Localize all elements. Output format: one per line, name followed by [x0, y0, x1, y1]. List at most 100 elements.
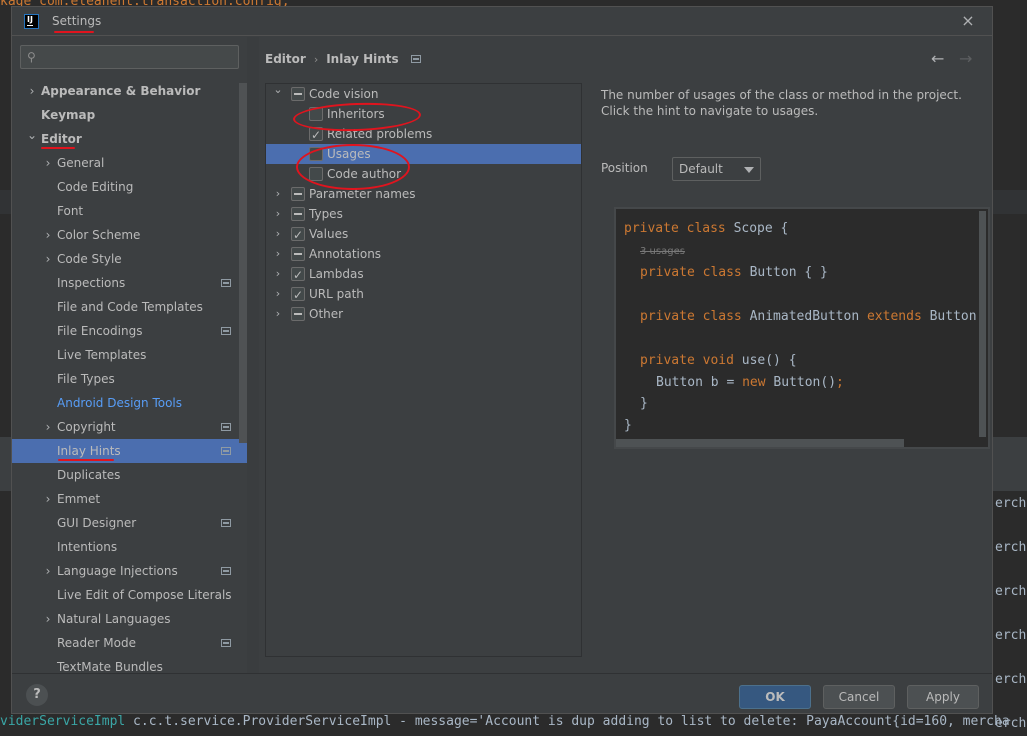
back-arrow-icon[interactable]: ←	[931, 49, 944, 68]
hint-item-code-author[interactable]: Code author	[266, 164, 581, 184]
checkbox[interactable]	[309, 147, 323, 161]
chevron-down-icon[interactable]: ⌄	[26, 123, 38, 147]
hint-item-related-problems[interactable]: Related problems	[266, 124, 581, 145]
code-keyword: ;	[836, 375, 844, 390]
sidebar-item-copyright[interactable]: › Copyright	[12, 415, 239, 439]
hint-item-url-path[interactable]: › URL path	[266, 284, 581, 305]
checkbox[interactable]	[291, 187, 305, 201]
chevron-right-icon[interactable]: ›	[42, 607, 54, 631]
background-log-fragment: ercha	[995, 540, 1027, 555]
sidebar-item-language-injections[interactable]: › Language Injections	[12, 559, 239, 583]
sidebar-item-duplicates[interactable]: Duplicates	[12, 463, 239, 487]
sidebar-item-emmet[interactable]: › Emmet	[12, 487, 239, 511]
chevron-right-icon[interactable]: ›	[272, 184, 284, 204]
chevron-right-icon[interactable]: ›	[272, 204, 284, 224]
code-identifier: Scope {	[733, 221, 789, 236]
chevron-right-icon[interactable]: ›	[42, 559, 54, 583]
cancel-button[interactable]: Cancel	[823, 685, 895, 709]
sidebar-item-file-types[interactable]: File Types	[12, 367, 239, 391]
sidebar-item-label: Font	[57, 204, 84, 218]
code-line: }	[640, 396, 648, 411]
sidebar-item-label: Reader Mode	[57, 636, 136, 650]
sidebar-item-file-and-code-templates[interactable]: File and Code Templates	[12, 295, 239, 319]
preview-vertical-scrollbar[interactable]	[979, 211, 986, 437]
chevron-right-icon[interactable]: ›	[272, 304, 284, 324]
breadcrumb-parent[interactable]: Editor	[265, 52, 306, 66]
breadcrumb-separator: ›	[313, 52, 319, 66]
sidebar-item-label: Live Edit of Compose Literals	[57, 588, 232, 602]
help-button[interactable]: ?	[26, 684, 48, 706]
position-dropdown[interactable]: Default	[672, 157, 761, 181]
checkbox[interactable]	[309, 125, 323, 145]
preview-horizontal-scrollbar[interactable]	[616, 439, 904, 447]
sidebar-item-code-editing[interactable]: Code Editing	[12, 175, 239, 199]
chevron-down-icon[interactable]: ⌄	[272, 80, 284, 100]
settings-content: Editor › Inlay Hints ← → ⌄ Code vision Inh…	[259, 37, 994, 673]
chevron-right-icon[interactable]: ›	[42, 223, 54, 247]
hint-item-types[interactable]: › Types	[266, 204, 581, 224]
checkbox[interactable]	[291, 307, 305, 321]
sidebar-item-color-scheme[interactable]: › Color Scheme	[12, 223, 239, 247]
forward-arrow-icon[interactable]: →	[959, 49, 972, 68]
sidebar-item-font[interactable]: Font	[12, 199, 239, 223]
project-scope-icon	[221, 447, 231, 455]
sidebar-item-label: Keymap	[41, 108, 96, 122]
checkbox[interactable]	[291, 265, 305, 285]
checkbox[interactable]	[291, 285, 305, 305]
code-identifier: Button b =	[656, 375, 743, 390]
checkbox[interactable]	[291, 87, 305, 101]
sidebar-item-inlay-hints[interactable]: Inlay Hints	[12, 439, 247, 463]
chevron-right-icon[interactable]: ›	[26, 79, 38, 103]
checkbox[interactable]	[291, 225, 305, 245]
code-identifier: AnimatedButton	[749, 309, 867, 324]
chevron-right-icon[interactable]: ›	[42, 487, 54, 511]
ok-button[interactable]: OK	[739, 685, 811, 709]
sidebar-item-code-style[interactable]: › Code Style	[12, 247, 239, 271]
hint-item-other[interactable]: › Other	[266, 304, 581, 324]
sidebar-item-inspections[interactable]: Inspections	[12, 271, 239, 295]
sidebar-item-android-design-tools[interactable]: Android Design Tools	[12, 391, 239, 415]
hint-label: Other	[309, 307, 344, 321]
hint-label: Usages	[327, 147, 371, 161]
dialog-footer: ? OK Cancel Apply	[12, 673, 992, 714]
sidebar-item-live-templates[interactable]: Live Templates	[12, 343, 239, 367]
code-line: private void use() {	[640, 353, 797, 368]
hint-item-lambdas[interactable]: › Lambdas	[266, 264, 581, 285]
dialog-title: Settings	[52, 14, 102, 28]
hint-item-parameter-names[interactable]: › Parameter names	[266, 184, 581, 204]
chevron-right-icon[interactable]: ›	[272, 244, 284, 264]
chevron-right-icon[interactable]: ›	[272, 284, 284, 304]
hint-item-annotations[interactable]: › Annotations	[266, 244, 581, 264]
close-icon[interactable]: ×	[960, 13, 976, 29]
chevron-right-icon[interactable]: ›	[272, 224, 284, 244]
apply-button[interactable]: Apply	[907, 685, 979, 709]
hint-item-values[interactable]: › Values	[266, 224, 581, 245]
hint-item-code-vision[interactable]: ⌄ Code vision	[266, 83, 581, 104]
hint-item-usages[interactable]: Usages	[266, 144, 581, 164]
chevron-right-icon[interactable]: ›	[42, 415, 54, 439]
chevron-right-icon[interactable]: ›	[42, 151, 54, 175]
checkbox[interactable]	[309, 107, 323, 121]
hint-label: Inheritors	[327, 107, 385, 121]
sidebar-item-natural-languages[interactable]: › Natural Languages	[12, 607, 239, 631]
project-scope-icon	[221, 279, 231, 287]
chevron-right-icon[interactable]: ›	[42, 247, 54, 271]
chevron-right-icon[interactable]: ›	[272, 264, 284, 284]
sidebar-scrollbar[interactable]	[239, 83, 247, 443]
sidebar-item-keymap[interactable]: Keymap	[12, 103, 239, 127]
sidebar-item-general[interactable]: › General	[12, 151, 239, 175]
sidebar-item-reader-mode[interactable]: Reader Mode	[12, 631, 239, 655]
usages-inlay-hint[interactable]: 3 usages	[640, 243, 685, 258]
sidebar-item-file-encodings[interactable]: File Encodings	[12, 319, 239, 343]
panel-divider[interactable]	[247, 37, 259, 673]
sidebar-item-live-edit-of-compose-literals[interactable]: Live Edit of Compose Literals	[12, 583, 239, 607]
checkbox[interactable]	[291, 207, 305, 221]
checkbox[interactable]	[291, 247, 305, 261]
search-input[interactable]	[49, 48, 234, 66]
checkbox[interactable]	[309, 167, 323, 181]
sidebar-item-gui-designer[interactable]: GUI Designer	[12, 511, 239, 535]
sidebar-item-intentions[interactable]: Intentions	[12, 535, 239, 559]
hint-item-inheritors[interactable]: Inheritors	[266, 104, 581, 124]
sidebar-item-appearance-behavior[interactable]: › Appearance & Behavior	[12, 79, 239, 103]
settings-search[interactable]: ⚲	[20, 45, 239, 69]
